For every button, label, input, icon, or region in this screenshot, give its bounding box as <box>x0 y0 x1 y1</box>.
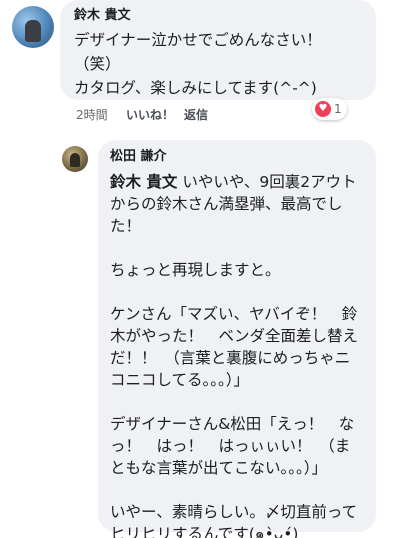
comment-author[interactable]: 鈴木 貴文 <box>74 8 364 24</box>
comment-line: カタログ、楽しみにしてます(^-^) <box>74 79 317 97</box>
person-silhouette-icon <box>70 153 80 167</box>
reaction-badge[interactable]: ♥ 1 <box>312 98 347 120</box>
reaction-count: 1 <box>334 102 342 116</box>
reply-author[interactable]: 松田 謙介 <box>110 149 364 165</box>
person-silhouette-icon <box>25 20 41 42</box>
mention-link[interactable]: 鈴木 貴文 <box>110 173 177 191</box>
reply-bubble: 松田 謙介 鈴木 貴文 いやいや、9回裏2アウトからの鈴木さん満塁弾、最高でした… <box>98 140 376 538</box>
comment-bubble: 鈴木 貴文 デザイナー泣かせでごめんなさい！ （笑） カタログ、楽しみにしてます… <box>60 0 376 100</box>
comment-text: デザイナー泣かせでごめんなさい！ （笑） カタログ、楽しみにしてます(^-^) <box>74 28 364 100</box>
reply-avatar[interactable] <box>62 146 88 172</box>
reply-button[interactable]: 返信 <box>184 106 208 124</box>
comment-timestamp[interactable]: 2時間 <box>76 106 126 124</box>
comment-line: （笑） <box>74 55 121 73</box>
reply-body: いやいや、9回裏2アウトからの鈴木さん満塁弾、最高でした！ ちょっと再現しますと… <box>110 173 359 538</box>
comment-thread: 鈴木 貴文 デザイナー泣かせでごめんなさい！ （笑） カタログ、楽しみにしてます… <box>0 0 400 538</box>
heart-icon: ♥ <box>315 101 331 117</box>
like-button[interactable]: いいね！ <box>126 106 184 124</box>
avatar[interactable] <box>12 6 54 48</box>
comment-actions: 2時間 いいね！ 返信 <box>76 106 208 124</box>
reply-text: 鈴木 貴文 いやいや、9回裏2アウトからの鈴木さん満塁弾、最高でした！ ちょっと… <box>110 171 364 538</box>
comment-line: デザイナー泣かせでごめんなさい！ <box>74 31 322 49</box>
